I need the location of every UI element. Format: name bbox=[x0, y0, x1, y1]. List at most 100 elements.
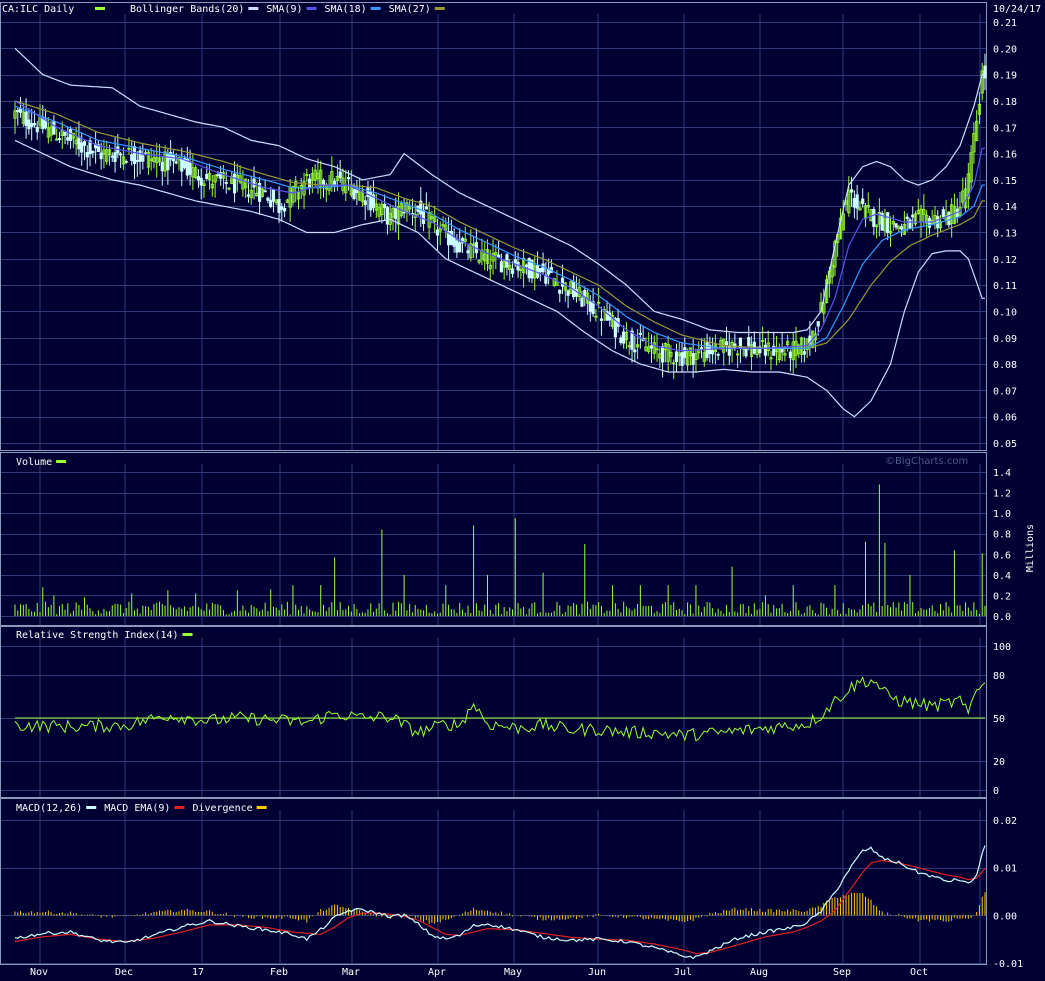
price-y-tick-label: 0.17 bbox=[993, 123, 1017, 134]
x-axis-label: Jul bbox=[674, 967, 692, 978]
price-candle bbox=[558, 289, 562, 294]
price-candle bbox=[135, 160, 139, 162]
price-candle bbox=[588, 300, 592, 312]
price-legend-swatch bbox=[306, 7, 317, 10]
price-candle bbox=[649, 345, 654, 349]
macd-legend-swatch bbox=[174, 806, 185, 809]
price-candle bbox=[63, 131, 67, 136]
rsi-y-tick-label: 80 bbox=[993, 671, 1005, 682]
chart-canvas: CA:ILC Daily 10/24/17 ©BigCharts.com Bol… bbox=[0, 0, 1045, 981]
price-candle bbox=[338, 171, 342, 179]
price-candle bbox=[911, 214, 915, 218]
volume-y-tick-label: 1.4 bbox=[993, 468, 1011, 479]
rsi-y-tick-label: 20 bbox=[993, 757, 1005, 768]
price-candle bbox=[277, 199, 281, 213]
price-candle bbox=[166, 153, 170, 171]
price-candle bbox=[308, 178, 312, 188]
price-candle bbox=[724, 341, 729, 346]
price-candle bbox=[27, 119, 31, 130]
price-candle bbox=[683, 347, 687, 358]
price-candle bbox=[599, 318, 604, 321]
price-y-tick-label: 0.09 bbox=[993, 334, 1017, 345]
macd-legend-label: MACD(12,26) bbox=[16, 803, 82, 814]
price-candle bbox=[747, 337, 751, 347]
macd-legend-label: MACD EMA(9) bbox=[104, 803, 170, 814]
watermark: ©BigCharts.com bbox=[885, 456, 968, 467]
price-y-tick-label: 0.20 bbox=[993, 44, 1017, 55]
price-candle bbox=[633, 349, 637, 353]
date-label: 10/24/17 bbox=[993, 4, 1041, 15]
price-candle bbox=[263, 190, 267, 193]
price-legend-label: SMA(18) bbox=[325, 4, 367, 15]
macd-legend-swatch bbox=[86, 806, 97, 809]
price-y-tick-label: 0.05 bbox=[993, 439, 1017, 450]
price-candle bbox=[24, 111, 28, 126]
price-candle bbox=[174, 161, 178, 164]
macd-y-tick-label: 0.01 bbox=[993, 864, 1017, 875]
price-candle bbox=[110, 155, 114, 158]
price-candle bbox=[77, 136, 81, 150]
x-axis-label: Sep bbox=[833, 967, 851, 978]
price-candle bbox=[205, 173, 209, 179]
price-y-tick-label: 0.21 bbox=[993, 18, 1017, 29]
symbol-label: CA:ILC Daily bbox=[2, 4, 74, 15]
price-y-tick-label: 0.15 bbox=[993, 176, 1017, 187]
price-candle bbox=[385, 207, 390, 225]
price-y-tick-label: 0.06 bbox=[993, 413, 1017, 424]
macd-y-tick-label: -0.01 bbox=[993, 959, 1023, 970]
price-candle bbox=[394, 207, 398, 220]
price-candle bbox=[927, 218, 932, 228]
price-candle bbox=[216, 174, 220, 177]
price-candle bbox=[252, 178, 256, 188]
macd-legend-label: Divergence bbox=[192, 803, 252, 814]
price-candle bbox=[199, 177, 203, 186]
price-candle bbox=[855, 194, 859, 209]
price-candle bbox=[80, 142, 84, 153]
price-candle bbox=[85, 151, 89, 158]
price-candle bbox=[449, 230, 453, 245]
price-candle bbox=[905, 216, 909, 219]
rsi-legend-label: Relative Strength Index(14) bbox=[16, 630, 179, 641]
price-candle bbox=[68, 129, 73, 142]
price-candle bbox=[383, 204, 387, 209]
price-candle bbox=[124, 160, 128, 163]
price-candle bbox=[130, 154, 134, 161]
price-y-tick-label: 0.13 bbox=[993, 229, 1017, 240]
price-candle bbox=[119, 153, 123, 156]
price-candle bbox=[52, 121, 56, 135]
price-candle bbox=[435, 229, 440, 236]
price-candle bbox=[886, 212, 890, 234]
x-axis-label: Dec bbox=[115, 967, 133, 978]
price-candle bbox=[680, 352, 684, 366]
price-y-tick-label: 0.16 bbox=[993, 150, 1017, 161]
price-candle bbox=[30, 123, 34, 128]
price-candle bbox=[660, 346, 665, 363]
price-candle bbox=[466, 250, 470, 254]
price-candle bbox=[160, 162, 164, 172]
x-axis-label: May bbox=[504, 967, 522, 978]
price-candle bbox=[816, 321, 820, 327]
price-candle bbox=[99, 152, 103, 160]
rsi-y-tick-label: 50 bbox=[993, 714, 1005, 725]
price-candle bbox=[674, 351, 679, 363]
price-candle bbox=[716, 353, 720, 356]
volume-unit-label: Millions bbox=[1025, 524, 1036, 572]
price-candle bbox=[455, 240, 459, 253]
price-candle bbox=[452, 237, 456, 247]
price-candle bbox=[900, 226, 904, 230]
volume-y-tick-label: 0.8 bbox=[993, 530, 1011, 541]
rsi-y-tick-label: 0 bbox=[993, 786, 999, 797]
x-axis-label: Apr bbox=[428, 967, 446, 978]
volume-y-tick-label: 0.2 bbox=[993, 591, 1011, 602]
x-axis-label: Feb bbox=[270, 967, 288, 978]
volume-y-tick-label: 0.4 bbox=[993, 571, 1011, 582]
volume-legend-label: Volume bbox=[16, 457, 52, 468]
macd-legend-swatch bbox=[256, 806, 267, 809]
price-legend-label: SMA(27) bbox=[389, 4, 431, 15]
price-candle bbox=[947, 211, 951, 226]
price-candle bbox=[91, 150, 95, 154]
price-candle bbox=[560, 277, 565, 287]
price-candle bbox=[852, 198, 856, 208]
price-y-tick-label: 0.12 bbox=[993, 255, 1017, 266]
price-candle bbox=[705, 342, 709, 358]
